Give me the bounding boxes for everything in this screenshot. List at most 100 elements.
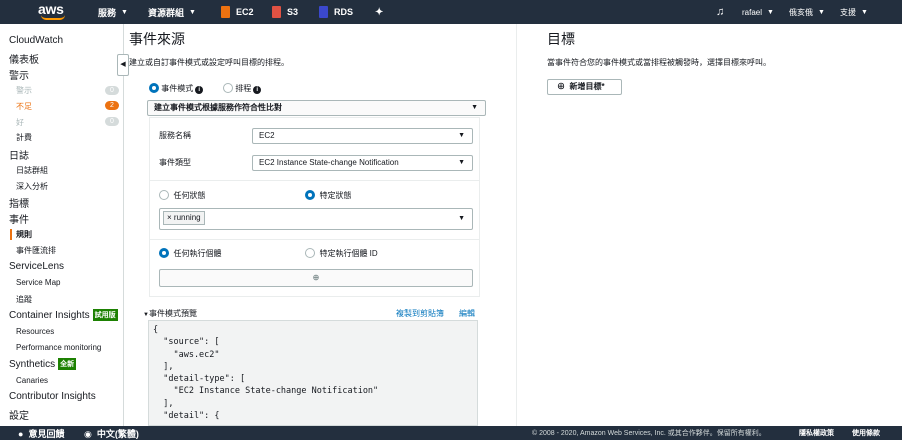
user-menu[interactable]: rafael ▼ [742,0,774,24]
sidebar-item-synthetics[interactable]: Synthetics 全新 [9,358,77,370]
option-any-instance[interactable]: 任何執行個體 [159,248,221,259]
globe-icon: ◉ [84,428,92,439]
collapse-sidebar-button[interactable]: ◀ [117,54,129,76]
radio-icon[interactable] [223,83,233,93]
user-name: rafael [742,7,763,17]
sidebar-item-resources[interactable]: Resources [16,327,54,336]
language-selector[interactable]: ◉ 中文(繁體) [84,427,139,440]
speech-bubble-icon: ● [18,428,24,439]
aws-logo[interactable]: aws [38,0,70,24]
support-menu[interactable]: 支援 ▼ [840,0,868,24]
caret-down-icon: ▼ [458,159,465,166]
s3-icon [272,6,281,18]
sidebar-item-contributor-insights[interactable]: Contributor Insights [9,391,96,402]
bell-icon[interactable]: ♫ [716,0,724,24]
sidebar-item-dashboards[interactable]: 儀表板 [9,51,39,66]
insufficient-count-badge: 2 [105,101,119,110]
chevron-down-icon: ▼ [861,8,868,16]
info-icon[interactable]: i [253,86,262,94]
preview-title-label: 事件模式預覽 [148,309,197,318]
code-line: ], [153,398,174,409]
copy-to-clipboard-link[interactable]: 複製到剪貼簿 [396,308,444,319]
option-label: 事件模式 [161,84,194,93]
option-specific-instance[interactable]: 特定執行個體 ID [305,248,378,259]
pin-label: RDS [334,7,354,17]
resource-groups-label: 資源群組 [148,7,185,18]
services-menu[interactable]: 服務 ▼ [98,0,128,24]
remove-token-icon[interactable]: × [167,213,172,222]
radio-selected-icon[interactable] [305,190,315,200]
add-filter-button[interactable]: ⊕ [159,269,473,287]
caret-down-icon: ▼ [458,215,465,222]
sidebar-item-ok[interactable]: 好 [16,117,24,128]
sidebar-item-service-map[interactable]: Service Map [16,278,60,287]
add-target-button[interactable]: ⊕ 新增目標* [547,79,622,95]
alarm-count-badge: 0 [105,86,119,95]
sidebar-item-metrics[interactable]: 指標 [9,195,29,210]
code-line: "aws.ec2" [153,349,220,360]
event-type-select[interactable]: EC2 Instance State-change Notification ▼ [252,155,473,171]
privacy-link[interactable]: 隱私權政策 [799,428,834,438]
sidebar-item-canaries[interactable]: Canaries [16,376,48,385]
sidebar-item-insufficient[interactable]: 不足 [16,101,32,112]
pin-ec2[interactable]: EC2 [221,0,254,24]
divider [150,239,479,240]
pin-rds[interactable]: RDS [319,0,353,24]
container-insights-label: Container Insights [9,310,90,321]
sidebar-item-log-groups[interactable]: 日誌群組 [16,165,48,176]
option-schedule[interactable]: 排程 i [223,83,262,94]
sidebar-item-event-buses[interactable]: 事件匯流排 [16,245,56,256]
language-label: 中文(繁體) [96,428,139,439]
sidebar-item-traces[interactable]: 追蹤 [16,294,32,305]
code-line: { [153,325,159,335]
pin-s3[interactable]: S3 [272,0,298,24]
pattern-type-select[interactable]: 建立事件模式根據服務作符合性比對 ▼ [147,100,486,116]
pin-label: S3 [287,7,299,17]
option-event-pattern[interactable]: 事件模式 i [149,83,204,94]
sidebar-item-servicelens[interactable]: ServiceLens [9,261,64,272]
sidebar-item-insights[interactable]: 深入分析 [16,181,48,192]
pattern-preview-title[interactable]: ▼事件模式預覽 [143,308,197,319]
radio-icon[interactable] [159,190,169,200]
region-menu[interactable]: 俄亥俄 ▼ [789,0,825,24]
radio-icon[interactable] [305,248,315,258]
sidebar-item-logs[interactable]: 日誌 [9,147,29,162]
targets-panel: 目標 當事件符合您的事件模式或當排程被觸發時，選擇目標來呼叫。 ⊕ 新增目標* [518,24,902,426]
feedback-link[interactable]: ● 意見回饋 [18,427,64,440]
pin-icon[interactable]: ✦ [375,0,383,24]
plus-icon: ⊕ [312,273,320,282]
option-specific-state[interactable]: 特定狀態 [305,190,351,201]
radio-selected-icon[interactable] [159,248,169,258]
service-name-select[interactable]: EC2 ▼ [252,128,473,144]
synthetics-label: Synthetics [9,359,56,370]
resource-groups-menu[interactable]: 資源群組 ▼ [148,0,196,24]
option-any-state[interactable]: 任何狀態 [159,190,205,201]
sidebar-item-performance-monitoring[interactable]: Performance monitoring [16,343,101,352]
new-badge: 全新 [58,358,77,370]
option-label: 任何狀態 [173,191,206,200]
code-line: "source": [ [153,337,220,348]
code-line: "detail-type": [ [153,374,246,385]
info-icon[interactable]: i [195,86,204,94]
event-source-panel: 事件來源 建立或自訂事件模式或設定呼叫目標的排程。 事件模式 i 排程 i 建立事件… [129,24,517,426]
sidebar-item-settings[interactable]: 設定 [9,407,29,422]
option-label: 任何執行個體 [173,249,222,258]
chevron-down-icon: ▼ [121,8,128,16]
sidebar-item-rules[interactable]: 規則 [10,229,32,240]
sidebar-item-alarm-state[interactable]: 警示 [16,85,32,96]
sidebar-item-container-insights[interactable]: Container Insights 試用版 [9,309,118,321]
terms-link[interactable]: 使用條款 [852,428,880,438]
top-navigation-bar: aws 服務 ▼ 資源群組 ▼ EC2 S3 RDS ✦ ♫ rafael ▼ 俄亥俄… [0,0,902,24]
option-label: 特定執行個體 ID [319,249,378,258]
state-multiselect[interactable]: × running ▼ [159,208,473,230]
edit-pattern-link[interactable]: 編輯 [459,308,475,319]
sidebar-item-billing[interactable]: 計費 [16,132,32,143]
caret-down-icon: ▼ [458,132,465,139]
support-label: 支援 [840,7,856,17]
radio-selected-icon[interactable] [149,83,159,93]
sidebar-item-events[interactable]: 事件 [9,211,29,226]
sidebar-item-alarms[interactable]: 警示 [9,67,29,82]
region-name: 俄亥俄 [789,7,813,17]
sidebar-item-cloudwatch[interactable]: CloudWatch [9,35,63,46]
service-name-label: 服務名稱 [159,131,191,140]
